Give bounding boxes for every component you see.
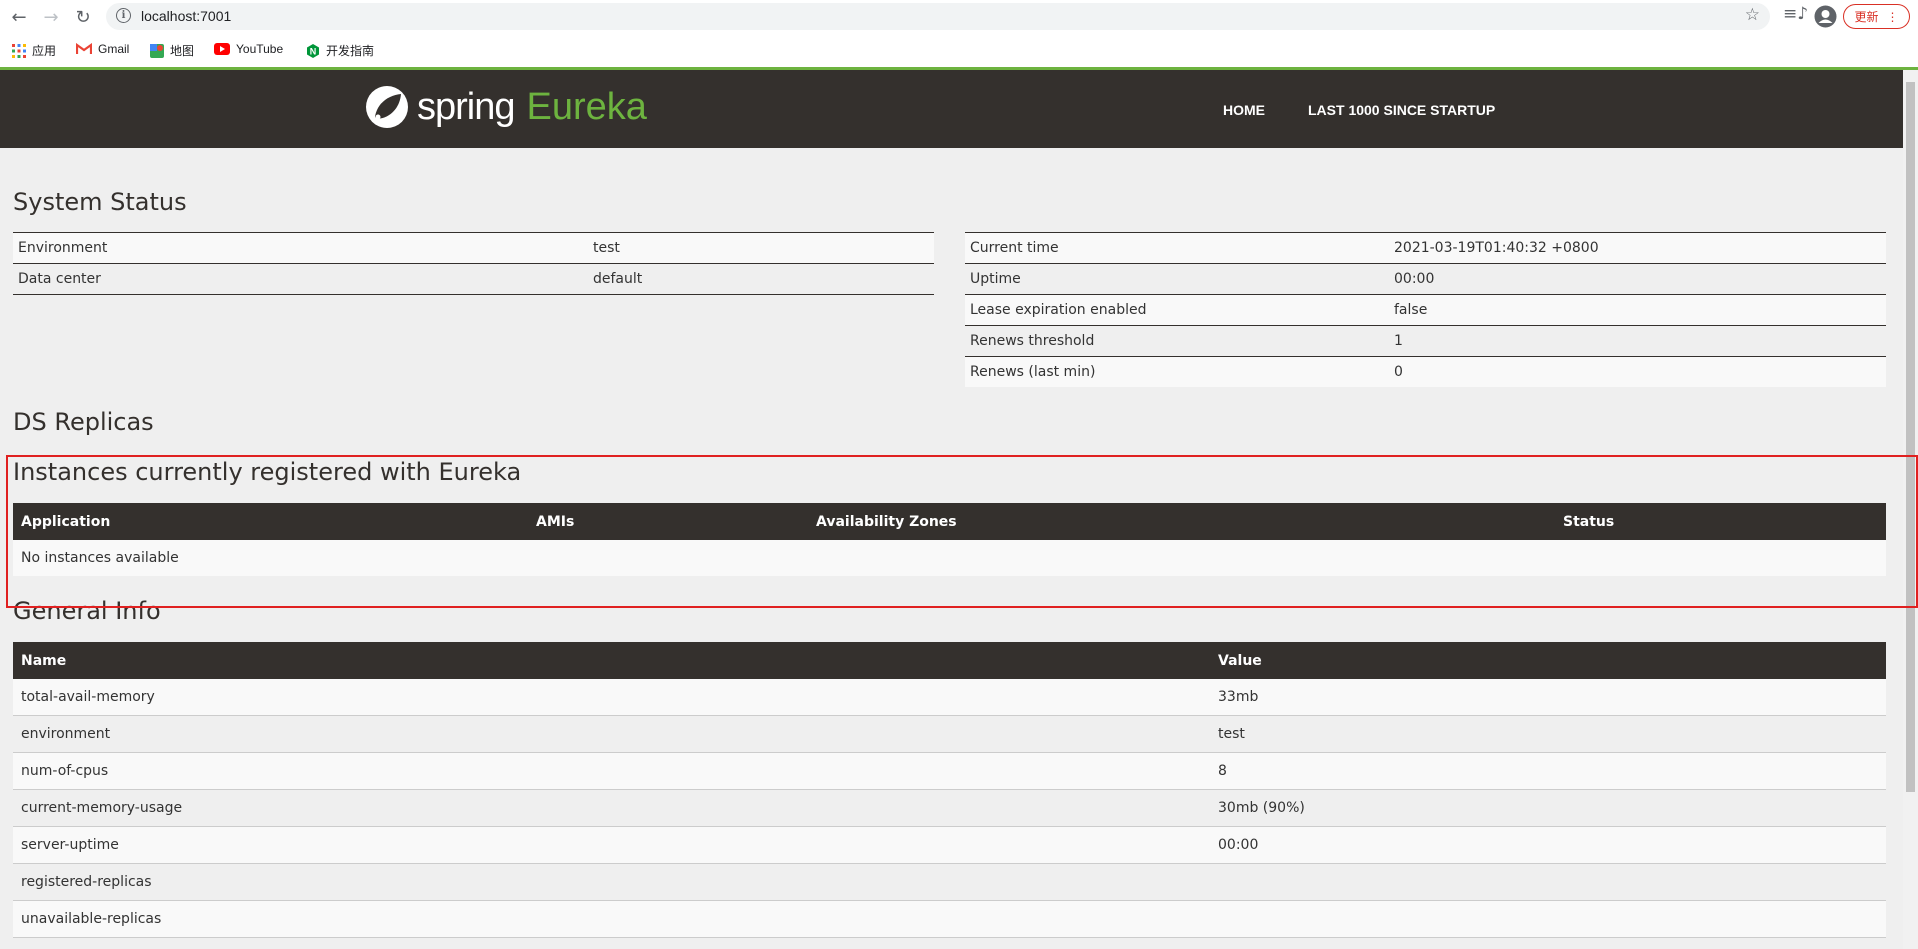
table-header-row: Name Value — [13, 642, 1886, 679]
table-row: environment test — [13, 715, 1886, 753]
status-key: Uptime — [965, 263, 1389, 295]
table-row: Lease expiration enabled false — [965, 294, 1886, 326]
status-value: default — [588, 263, 934, 295]
table-row: Data center default — [13, 263, 934, 295]
info-name: total-avail-memory — [13, 679, 1210, 716]
info-name: num-of-cpus — [13, 752, 1210, 790]
address-bar[interactable]: i localhost:7001 ☆ — [106, 3, 1770, 30]
status-value: 1 — [1389, 325, 1886, 357]
logo-eureka-text: Eureka — [526, 85, 647, 128]
info-name: unavailable-replicas — [13, 900, 1210, 938]
status-value: test — [588, 232, 934, 264]
browser-toolbar: ← → ↻ i localhost:7001 ☆ ≡♪ 更新 ⋮ — [0, 0, 1918, 33]
spring-leaf-icon — [366, 86, 408, 128]
bookmark-label: YouTube — [236, 42, 284, 56]
reload-icon[interactable]: ↻ — [70, 4, 96, 30]
eureka-header: spring Eureka HOME LAST 1000 SINCE START… — [0, 70, 1903, 148]
bookmark-star-icon[interactable]: ☆ — [1745, 5, 1760, 25]
nginx-icon: N — [307, 43, 319, 58]
info-name: current-memory-usage — [13, 789, 1210, 827]
table-row: Renews (last min) 0 — [965, 356, 1886, 387]
table-row: Current time 2021-03-19T01:40:32 +0800 — [965, 232, 1886, 264]
status-key: Renews (last min) — [965, 356, 1389, 387]
bookmarks-bar: 应用 Gmail 地图 YouTube N 开发指南 — [0, 33, 1918, 67]
status-key: Environment — [13, 232, 588, 264]
back-icon[interactable]: ← — [6, 4, 32, 30]
info-value: 8 — [1210, 752, 1886, 790]
update-button[interactable]: 更新 ⋮ — [1843, 4, 1910, 29]
table-row: registered-replicas — [13, 863, 1886, 901]
maps-icon — [150, 43, 164, 58]
status-value: 2021-03-19T01:40:32 +0800 — [1389, 232, 1886, 264]
nav-home[interactable]: HOME — [1223, 102, 1265, 118]
info-value — [1210, 900, 1886, 938]
menu-dots-icon: ⋮ — [1886, 9, 1899, 24]
reading-list-icon[interactable]: ≡♪ — [1783, 4, 1808, 24]
table-row: unavailable-replicas — [13, 900, 1886, 938]
table-row: current-memory-usage 30mb (90%) — [13, 789, 1886, 827]
update-label: 更新 — [1854, 10, 1879, 24]
gmail-icon — [76, 43, 92, 54]
info-value: test — [1210, 715, 1886, 753]
table-row: num-of-cpus 8 — [13, 752, 1886, 790]
system-status-right-table: Current time 2021-03-19T01:40:32 +0800 U… — [965, 232, 1886, 387]
apps-grid-icon — [12, 43, 26, 58]
system-status-title: System Status — [13, 188, 187, 216]
table-row: Uptime 00:00 — [965, 263, 1886, 295]
table-row: Environment test — [13, 232, 934, 264]
bookmark-dev-guide[interactable]: N 开发指南 — [306, 42, 374, 59]
status-key: Lease expiration enabled — [965, 294, 1389, 326]
status-value: 0 — [1389, 356, 1886, 387]
bookmark-label: 开发指南 — [326, 44, 375, 58]
bookmark-maps[interactable]: 地图 — [150, 42, 194, 59]
info-name: registered-replicas — [13, 863, 1210, 901]
info-value: 33mb — [1210, 679, 1886, 716]
svg-text:N: N — [310, 46, 317, 56]
highlight-annotation-box — [6, 455, 1918, 608]
ds-replicas-title: DS Replicas — [13, 408, 154, 436]
logo-link[interactable]: spring Eureka — [365, 80, 647, 134]
table-row: server-uptime 00:00 — [13, 826, 1886, 864]
status-value: 00:00 — [1389, 263, 1886, 295]
column-header: Name — [13, 642, 1210, 679]
status-key: Renews threshold — [965, 325, 1389, 357]
status-key: Current time — [965, 232, 1389, 264]
status-key: Data center — [13, 263, 588, 295]
logo-spring-text: spring — [417, 85, 515, 128]
status-value: false — [1389, 294, 1886, 326]
column-header: Value — [1210, 642, 1886, 679]
info-value: 00:00 — [1210, 826, 1886, 864]
general-info-table: Name Value total-avail-memory 33mb envir… — [13, 642, 1886, 938]
info-name: environment — [13, 715, 1210, 753]
system-status-left-table: Environment test Data center default — [13, 232, 934, 295]
bookmark-youtube[interactable]: YouTube — [214, 42, 283, 56]
scrollbar-thumb[interactable] — [1906, 82, 1915, 792]
site-info-icon[interactable]: i — [116, 8, 131, 23]
forward-icon[interactable]: → — [38, 4, 64, 30]
nav-last-1000[interactable]: LAST 1000 SINCE STARTUP — [1308, 102, 1495, 118]
bookmark-gmail[interactable]: Gmail — [76, 42, 129, 56]
bookmark-apps[interactable]: 应用 — [12, 42, 56, 59]
bookmark-label: 地图 — [170, 44, 195, 58]
info-value — [1210, 863, 1886, 901]
info-name: server-uptime — [13, 826, 1210, 864]
bookmark-label: 应用 — [32, 44, 57, 58]
youtube-icon — [214, 43, 230, 55]
table-row: Renews threshold 1 — [965, 325, 1886, 357]
url-text[interactable]: localhost:7001 — [141, 8, 231, 24]
profile-avatar-icon[interactable] — [1814, 5, 1837, 28]
table-row: total-avail-memory 33mb — [13, 679, 1886, 716]
bookmark-label: Gmail — [98, 42, 130, 56]
info-value: 30mb (90%) — [1210, 789, 1886, 827]
